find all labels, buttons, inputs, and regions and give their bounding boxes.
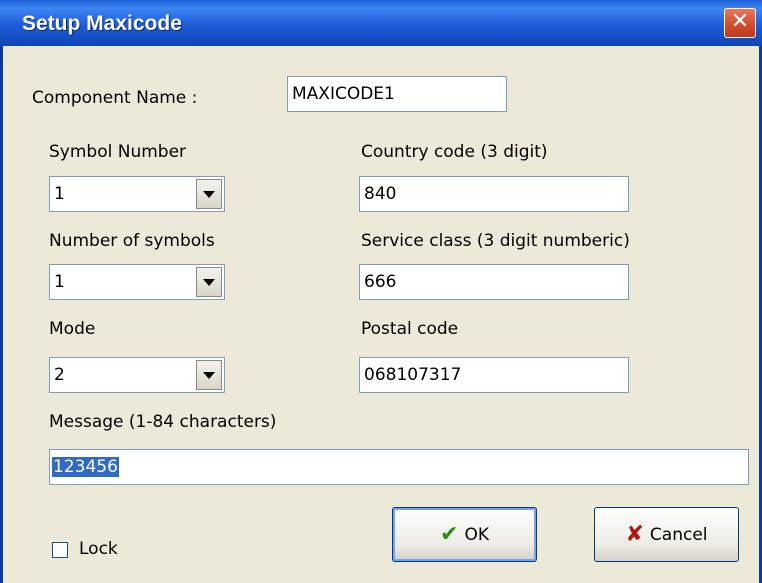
- postal-code-label: Postal code: [361, 319, 459, 339]
- mode-label: Mode: [49, 319, 96, 339]
- cancel-button[interactable]: ✘ Cancel: [594, 507, 739, 562]
- number-of-symbols-select[interactable]: 1: [49, 264, 225, 300]
- component-name-label: Component Name :: [32, 88, 198, 108]
- chevron-down-icon: [203, 278, 215, 286]
- lock-label: Lock: [79, 539, 118, 559]
- message-input[interactable]: 123456: [49, 449, 749, 485]
- symbol-number-dropdown-button[interactable]: [196, 179, 222, 209]
- service-class-value: 666: [364, 272, 397, 292]
- symbol-number-value: 1: [54, 184, 65, 204]
- service-class-input[interactable]: 666: [359, 264, 629, 300]
- ok-button[interactable]: ✔ OK: [392, 507, 537, 562]
- number-of-symbols-label: Number of symbols: [49, 231, 215, 251]
- ok-button-label: OK: [464, 524, 489, 545]
- country-code-value: 840: [364, 184, 397, 204]
- message-value: 123456: [52, 457, 119, 477]
- country-code-label: Country code (3 digit): [361, 142, 548, 162]
- cancel-button-label: Cancel: [649, 524, 708, 545]
- postal-code-input[interactable]: 068107317: [359, 357, 629, 393]
- country-code-input[interactable]: 840: [359, 176, 629, 212]
- chevron-down-icon: [203, 190, 215, 198]
- checkmark-icon: ✔: [440, 521, 459, 547]
- mode-dropdown-button[interactable]: [196, 360, 222, 390]
- message-label: Message (1-84 characters): [49, 412, 277, 432]
- lock-checkbox[interactable]: [52, 542, 68, 558]
- dialog-body: [0, 46, 762, 583]
- chevron-down-icon: [203, 371, 215, 379]
- service-class-label: Service class (3 digit numberic): [361, 231, 630, 251]
- postal-code-value: 068107317: [364, 365, 462, 385]
- number-of-symbols-value: 1: [54, 272, 65, 292]
- number-of-symbols-dropdown-button[interactable]: [196, 267, 222, 297]
- component-name-value: MAXICODE1: [292, 84, 395, 104]
- symbol-number-label: Symbol Number: [49, 142, 187, 162]
- close-button[interactable]: ✕: [724, 8, 756, 38]
- window-title: Setup Maxicode: [22, 12, 182, 35]
- close-icon: ✕: [730, 9, 750, 34]
- title-bar: Setup Maxicode ✕: [0, 0, 762, 47]
- symbol-number-select[interactable]: 1: [49, 176, 225, 212]
- mode-select[interactable]: 2: [49, 357, 225, 393]
- x-icon: ✘: [625, 521, 644, 547]
- component-name-input[interactable]: MAXICODE1: [287, 76, 507, 112]
- mode-value: 2: [54, 365, 65, 385]
